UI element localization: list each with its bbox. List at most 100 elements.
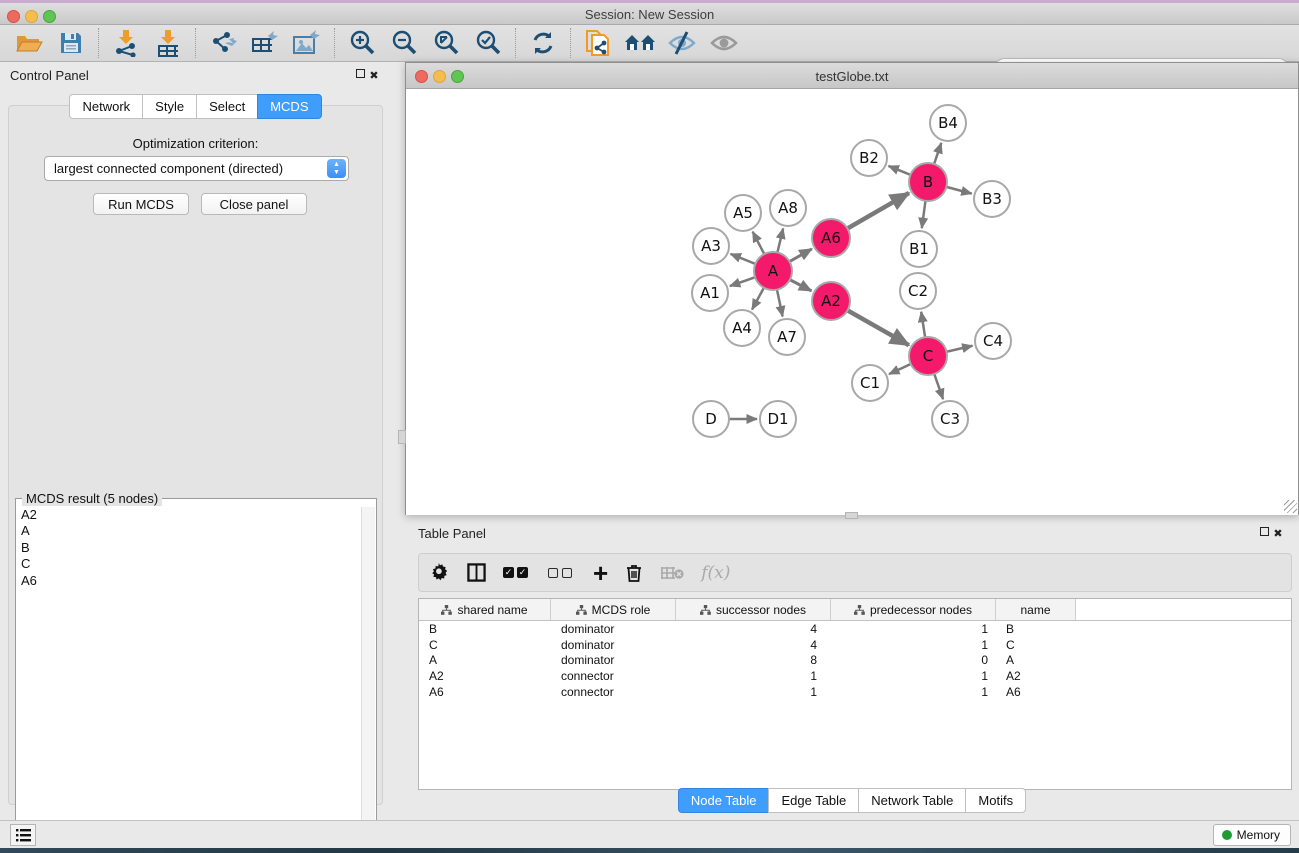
table-cell[interactable]: connector <box>551 685 676 699</box>
close-panel-icon[interactable]: ✖ <box>367 69 381 82</box>
float-panel-icon[interactable] <box>353 69 367 81</box>
show-panel-eye-icon[interactable] <box>707 27 741 59</box>
node-A2[interactable]: A2 <box>812 282 850 320</box>
table-row[interactable]: A6connector11A6 <box>419 684 1291 700</box>
table-cell[interactable]: A6 <box>996 685 1076 699</box>
table-cell[interactable]: C <box>996 638 1076 652</box>
result-item[interactable]: A2 <box>21 507 361 523</box>
refresh-icon[interactable] <box>526 27 560 59</box>
column-header-name[interactable]: name <box>996 599 1076 620</box>
mcds-result-list[interactable]: A2ABCA6 <box>17 507 361 837</box>
table-cell[interactable]: 1 <box>831 622 996 636</box>
table-cell[interactable]: 1 <box>676 669 831 683</box>
node-B1[interactable]: B1 <box>901 231 937 267</box>
table-row[interactable]: Adominator80A <box>419 653 1291 669</box>
node-C4[interactable]: C4 <box>975 323 1011 359</box>
memory-button[interactable]: Memory <box>1213 824 1291 846</box>
table-cell[interactable]: connector <box>551 669 676 683</box>
node-C[interactable]: C <box>909 337 947 375</box>
table-tab-edge-table[interactable]: Edge Table <box>768 788 858 813</box>
table-cell[interactable]: dominator <box>551 622 676 636</box>
table-cell[interactable]: A2 <box>419 669 551 683</box>
add-column-icon[interactable]: + <box>593 563 608 583</box>
tab-mcds[interactable]: MCDS <box>257 94 321 119</box>
task-list-button[interactable] <box>10 824 36 846</box>
table-cell[interactable]: 1 <box>831 638 996 652</box>
zoom-selected-icon[interactable] <box>471 27 505 59</box>
column-header-successor-nodes[interactable]: successor nodes <box>676 599 831 620</box>
table-cell[interactable]: 1 <box>676 685 831 699</box>
table-cell[interactable]: A <box>419 653 551 667</box>
window-resize-grip[interactable] <box>1284 500 1297 513</box>
node-C1[interactable]: C1 <box>852 365 888 401</box>
export-network-icon[interactable] <box>206 27 240 59</box>
node-A5[interactable]: A5 <box>725 195 761 231</box>
node-A8[interactable]: A8 <box>770 190 806 226</box>
delete-table-icon[interactable] <box>660 565 684 581</box>
select-all-icon[interactable]: ✓✓ <box>503 567 531 578</box>
table-cell[interactable]: A2 <box>996 669 1076 683</box>
node-A3[interactable]: A3 <box>693 228 729 264</box>
tab-select[interactable]: Select <box>196 94 257 119</box>
function-builder-icon[interactable]: f(x) <box>701 563 730 583</box>
tab-style[interactable]: Style <box>142 94 196 119</box>
node-A1[interactable]: A1 <box>692 275 728 311</box>
table-cell[interactable]: C <box>419 638 551 652</box>
node-D1[interactable]: D1 <box>760 401 796 437</box>
hide-panel-eye-icon[interactable] <box>665 27 699 59</box>
table-cell[interactable]: dominator <box>551 653 676 667</box>
optimization-criterion-select[interactable]: largest connected component (directed) ▲… <box>44 156 349 181</box>
table-cell[interactable]: B <box>996 622 1076 636</box>
result-item[interactable]: C <box>21 556 361 572</box>
node-B2[interactable]: B2 <box>851 140 887 176</box>
result-item[interactable]: B <box>21 540 361 556</box>
network-from-file-icon[interactable] <box>581 27 615 59</box>
table-cell[interactable]: A6 <box>419 685 551 699</box>
table-cell[interactable]: dominator <box>551 638 676 652</box>
table-float-panel-icon[interactable] <box>1257 527 1271 539</box>
result-item[interactable]: A <box>21 523 361 539</box>
vertical-split-handle[interactable] <box>398 430 406 444</box>
table-cell[interactable]: 4 <box>676 622 831 636</box>
close-panel-button[interactable]: Close panel <box>201 193 307 215</box>
horizontal-split-handle[interactable] <box>845 512 858 519</box>
table-cell[interactable]: B <box>419 622 551 636</box>
node-A4[interactable]: A4 <box>724 310 760 346</box>
run-mcds-button[interactable]: Run MCDS <box>93 193 189 215</box>
column-header-shared-name[interactable]: shared name <box>419 599 551 620</box>
tab-network[interactable]: Network <box>69 94 142 119</box>
save-icon[interactable] <box>54 27 88 59</box>
node-B3[interactable]: B3 <box>974 181 1010 217</box>
column-header-predecessor-nodes[interactable]: predecessor nodes <box>831 599 996 620</box>
zoom-fit-icon[interactable] <box>429 27 463 59</box>
home-networks-icon[interactable] <box>623 27 657 59</box>
table-cell[interactable]: A <box>996 653 1076 667</box>
table-row[interactable]: Cdominator41C <box>419 637 1291 653</box>
table-cell[interactable]: 1 <box>831 685 996 699</box>
node-A7[interactable]: A7 <box>769 319 805 355</box>
table-row[interactable]: Bdominator41B <box>419 621 1291 637</box>
export-image-icon[interactable] <box>290 27 324 59</box>
network-window-titlebar[interactable]: testGlobe.txt <box>406 63 1298 89</box>
node-C2[interactable]: C2 <box>900 273 936 309</box>
table-tab-node-table[interactable]: Node Table <box>678 788 769 813</box>
node-A6[interactable]: A6 <box>812 219 850 257</box>
result-scrollbar[interactable] <box>361 507 375 837</box>
zoom-in-icon[interactable] <box>345 27 379 59</box>
zoom-out-icon[interactable] <box>387 27 421 59</box>
delete-trash-icon[interactable] <box>625 563 643 583</box>
node-table[interactable]: shared nameMCDS rolesuccessor nodesprede… <box>418 598 1292 790</box>
import-table-icon[interactable] <box>151 27 185 59</box>
show-columns-icon[interactable] <box>467 563 486 582</box>
node-A[interactable]: A <box>754 252 792 290</box>
node-C3[interactable]: C3 <box>932 401 968 437</box>
table-cell[interactable]: 8 <box>676 653 831 667</box>
table-cell[interactable]: 0 <box>831 653 996 667</box>
node-B[interactable]: B <box>909 163 947 201</box>
table-cell[interactable]: 4 <box>676 638 831 652</box>
table-close-panel-icon[interactable]: ✖ <box>1271 527 1285 540</box>
export-table-icon[interactable] <box>248 27 282 59</box>
table-tab-network-table[interactable]: Network Table <box>858 788 965 813</box>
table-cell[interactable]: 1 <box>831 669 996 683</box>
open-folder-icon[interactable] <box>12 27 46 59</box>
